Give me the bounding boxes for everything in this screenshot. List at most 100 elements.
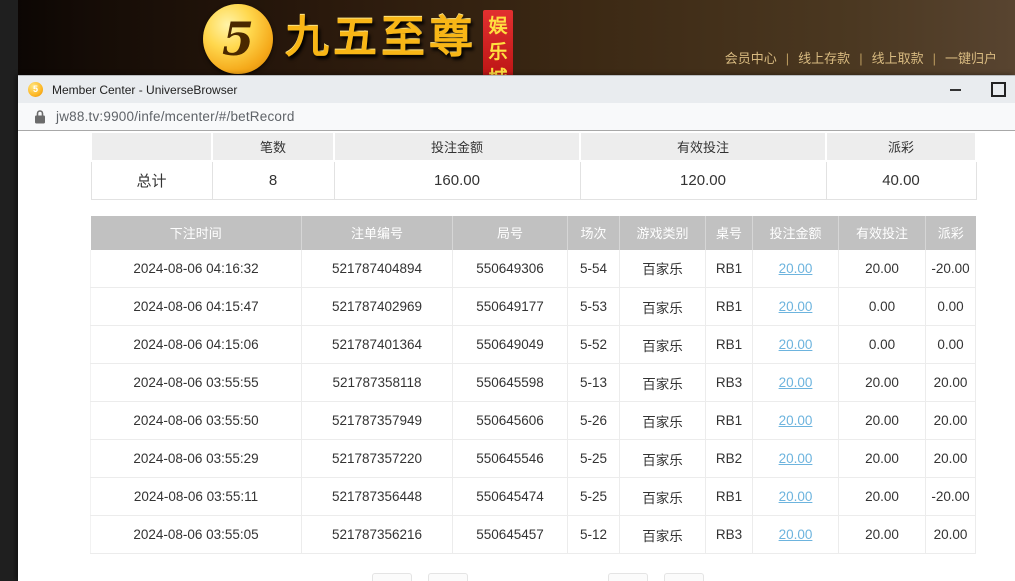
bet-row: 2024-08-06 03:55:29521787357220550645546… <box>91 440 976 478</box>
session-cell: 5-13 <box>568 364 620 402</box>
payout-cell: 20.00 <box>926 364 976 402</box>
game-type-cell: 百家乐 <box>620 402 706 440</box>
bet-time-cell: 2024-08-06 04:15:06 <box>91 326 302 364</box>
pagination-button-1[interactable] <box>428 573 468 581</box>
bet-col-header: 桌号 <box>706 216 753 250</box>
bet-col-header: 下注时间 <box>91 216 302 250</box>
game-type-cell: 百家乐 <box>620 516 706 554</box>
table-number-cell: RB1 <box>706 288 753 326</box>
nav-link-1[interactable]: 线上存款 <box>798 51 850 66</box>
bet-number-cell: 521787356216 <box>302 516 453 554</box>
round-number-cell: 550649306 <box>453 250 568 288</box>
logo-vertical-char: 乐 <box>488 40 507 66</box>
bet-table-body: 2024-08-06 04:16:32521787404894550649306… <box>91 250 976 554</box>
bet-time-cell: 2024-08-06 03:55:55 <box>91 364 302 402</box>
session-cell: 5-54 <box>568 250 620 288</box>
bet-header-row: 下注时间注单编号局号场次游戏类别桌号投注金额有效投注派彩 <box>91 216 976 250</box>
bet-time-cell: 2024-08-06 03:55:50 <box>91 402 302 440</box>
nav-separator: | <box>786 51 789 66</box>
summary-col-header <box>91 133 212 161</box>
pagination <box>90 573 975 581</box>
summary-col-header: 派彩 <box>826 133 976 161</box>
bet-amount-link[interactable]: 20.00 <box>779 261 813 276</box>
minimize-button[interactable] <box>947 82 963 98</box>
bet-amount-cell: 20.00 <box>753 250 839 288</box>
payout-cell: 0.00 <box>926 288 976 326</box>
bet-amount-cell: 20.00 <box>753 478 839 516</box>
favicon-icon: 5 <box>28 82 43 97</box>
session-cell: 5-52 <box>568 326 620 364</box>
page-left-strip <box>0 0 18 581</box>
address-bar[interactable]: jw88.tv:9900/infe/mcenter/#/betRecord <box>18 103 1015 131</box>
bet-col-header: 注单编号 <box>302 216 453 250</box>
round-number-cell: 550645606 <box>453 402 568 440</box>
bet-amount-link[interactable]: 20.00 <box>779 299 813 314</box>
bet-number-cell: 521787357220 <box>302 440 453 478</box>
bet-amount-link[interactable]: 20.00 <box>779 413 813 428</box>
payout-cell: -20.00 <box>926 250 976 288</box>
round-number-cell: 550645457 <box>453 516 568 554</box>
url-text[interactable]: jw88.tv:9900/infe/mcenter/#/betRecord <box>56 109 295 124</box>
bet-amount-cell: 20.00 <box>753 516 839 554</box>
bet-time-cell: 2024-08-06 04:16:32 <box>91 250 302 288</box>
summary-total-row: 总计 8 160.00 120.00 40.00 <box>91 161 976 199</box>
bet-amount-link[interactable]: 20.00 <box>779 489 813 504</box>
session-cell: 5-25 <box>568 440 620 478</box>
pagination-button-3[interactable] <box>664 573 704 581</box>
round-number-cell: 550645546 <box>453 440 568 478</box>
summary-col-header: 有效投注 <box>580 133 826 161</box>
bet-number-cell: 521787357949 <box>302 402 453 440</box>
table-number-cell: RB1 <box>706 402 753 440</box>
nav-link-3[interactable]: 一键归户 <box>945 51 997 66</box>
bet-time-cell: 2024-08-06 03:55:29 <box>91 440 302 478</box>
round-number-cell: 550645598 <box>453 364 568 402</box>
round-number-cell: 550649177 <box>453 288 568 326</box>
bet-amount-link[interactable]: 20.00 <box>779 451 813 466</box>
round-number-cell: 550645474 <box>453 478 568 516</box>
bet-col-header: 局号 <box>453 216 568 250</box>
bet-time-cell: 2024-08-06 04:15:47 <box>91 288 302 326</box>
table-number-cell: RB1 <box>706 326 753 364</box>
bet-number-cell: 521787401364 <box>302 326 453 364</box>
game-type-cell: 百家乐 <box>620 326 706 364</box>
table-number-cell: RB3 <box>706 516 753 554</box>
bet-amount-link[interactable]: 20.00 <box>779 337 813 352</box>
bet-row: 2024-08-06 04:16:32521787404894550649306… <box>91 250 976 288</box>
bet-amount-link[interactable]: 20.00 <box>779 527 813 542</box>
game-type-cell: 百家乐 <box>620 288 706 326</box>
site-logo[interactable]: 5 九五至尊 娱乐城 <box>203 4 513 79</box>
lock-icon <box>34 109 46 124</box>
pagination-button-0[interactable] <box>372 573 412 581</box>
pagination-button-2[interactable] <box>608 573 648 581</box>
bet-number-cell: 521787356448 <box>302 478 453 516</box>
summary-total-count: 8 <box>212 161 334 199</box>
nav-link-0[interactable]: 会员中心 <box>725 51 777 66</box>
bet-number-cell: 521787358118 <box>302 364 453 402</box>
summary-total-payout: 40.00 <box>826 161 976 199</box>
bet-amount-cell: 20.00 <box>753 288 839 326</box>
valid-bet-cell: 20.00 <box>839 516 926 554</box>
logo-vertical-char: 娱 <box>488 14 507 40</box>
summary-total-bet-amount: 160.00 <box>334 161 580 199</box>
summary-total-valid-bet: 120.00 <box>580 161 826 199</box>
bet-amount-cell: 20.00 <box>753 440 839 478</box>
screen: 5 九五至尊 娱乐城 会员中心|线上存款|线上取款|一键归户 5 Member … <box>0 0 1015 581</box>
bet-time-cell: 2024-08-06 03:55:11 <box>91 478 302 516</box>
bet-row: 2024-08-06 03:55:55521787358118550645598… <box>91 364 976 402</box>
logo-title: 九五至尊 <box>285 16 477 60</box>
window-titlebar: 5 Member Center - UniverseBrowser <box>18 75 1015 103</box>
game-type-cell: 百家乐 <box>620 478 706 516</box>
payout-cell: 20.00 <box>926 402 976 440</box>
bet-amount-link[interactable]: 20.00 <box>779 375 813 390</box>
valid-bet-cell: 20.00 <box>839 402 926 440</box>
maximize-button[interactable] <box>991 82 1006 97</box>
session-cell: 5-25 <box>568 478 620 516</box>
summary-col-header: 投注金额 <box>334 133 580 161</box>
summary-header-row: 笔数投注金额有效投注派彩 <box>91 133 976 161</box>
valid-bet-cell: 20.00 <box>839 364 926 402</box>
nav-separator: | <box>933 51 936 66</box>
minimize-icon <box>950 89 961 91</box>
payout-cell: -20.00 <box>926 478 976 516</box>
nav-link-2[interactable]: 线上取款 <box>872 51 924 66</box>
table-number-cell: RB3 <box>706 364 753 402</box>
